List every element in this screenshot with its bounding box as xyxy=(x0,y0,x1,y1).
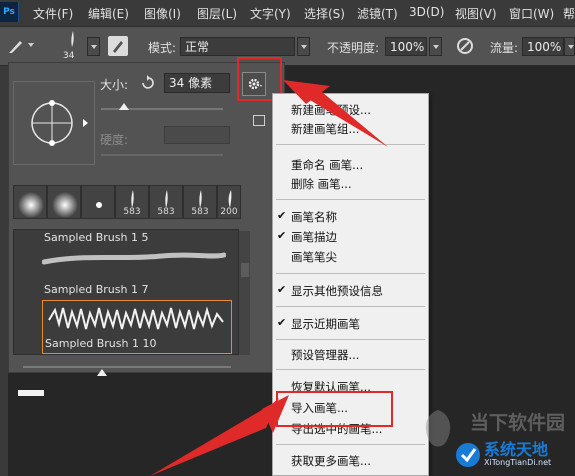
menu-item-delete-brush[interactable]: 删除 画笔... xyxy=(291,176,352,192)
hardness-field xyxy=(164,126,230,144)
list-scrollbar[interactable] xyxy=(239,231,250,355)
brush-thumb[interactable]: 583 xyxy=(183,185,217,219)
thumbnail-size-slider[interactable] xyxy=(23,366,231,368)
menu-separator xyxy=(276,199,425,200)
brush-size-readout: 34 xyxy=(63,51,75,61)
opacity-label: 不透明度: xyxy=(327,41,380,55)
menu-window[interactable]: 窗口(W) xyxy=(509,5,554,22)
flow-label: 流量: xyxy=(490,41,519,55)
brush-thumb-size: 583 xyxy=(191,207,209,217)
hardness-slider-track xyxy=(101,154,223,156)
brush-panel-toggle-icon[interactable] xyxy=(108,36,128,56)
brush-preset-panel: 大小: 34 像素 硬度: 583 583 583 200 Sampled Br… xyxy=(8,57,285,376)
mode-label: 模式: xyxy=(148,41,177,55)
checkmark-icon: ✔ xyxy=(277,229,287,242)
opacity-caret[interactable] xyxy=(429,37,442,56)
brush-stroke-preview[interactable] xyxy=(42,246,226,274)
brush-thumb[interactable]: 583 xyxy=(115,185,149,219)
menu-image[interactable]: 图像(I) xyxy=(144,5,181,22)
recent-brushes-row: 583 583 583 200 xyxy=(13,185,241,219)
menu-type[interactable]: 文字(Y) xyxy=(250,5,291,22)
brush-thumb[interactable] xyxy=(47,185,81,219)
tool-strip xyxy=(0,66,8,476)
size-field[interactable]: 34 像素 xyxy=(164,73,230,93)
size-slider-thumb[interactable] xyxy=(119,103,129,110)
brush-thumb[interactable]: 200 xyxy=(217,185,241,219)
brush-thumb[interactable] xyxy=(13,185,47,219)
menu-separator xyxy=(276,369,425,370)
menu-view[interactable]: 视图(V) xyxy=(455,5,497,22)
list-scrollbar-thumb[interactable] xyxy=(241,263,249,277)
preset-name[interactable]: Sampled Brush 1 7 xyxy=(44,283,148,296)
watermark-text: 当下软件园 xyxy=(470,412,566,434)
hardness-label: 硬度: xyxy=(100,133,129,147)
menu-item-new-brush-preset[interactable]: 新建画笔预设... xyxy=(291,102,371,118)
menu-item-rename-brush[interactable]: 重命名 画笔... xyxy=(291,157,363,173)
photoshop-logo: Ps xyxy=(0,2,19,22)
mode-select[interactable]: 正常 xyxy=(180,37,295,56)
brush-tool-icon[interactable] xyxy=(6,36,26,56)
brush-thumb[interactable]: 583 xyxy=(149,185,183,219)
menu-item-new-brush-group[interactable]: 新建画笔组... xyxy=(291,121,359,137)
menu-file[interactable]: 文件(F) xyxy=(33,5,73,22)
options-bar: 34 模式: 正常 不透明度: 100% 流量: 100% xyxy=(0,26,575,66)
watermark-badge-icon xyxy=(456,443,480,467)
menu-filter[interactable]: 滤镜(T) xyxy=(357,5,398,22)
watermark-logo-icon xyxy=(425,410,451,447)
brush-tip-icon[interactable] xyxy=(62,29,84,49)
menu-item-brush-stroke[interactable]: 画笔描边 xyxy=(291,229,337,245)
checkmark-icon: ✔ xyxy=(277,316,287,329)
size-label: 大小: xyxy=(100,78,129,92)
thumbnail-size-slider-thumb[interactable] xyxy=(97,369,107,376)
menu-bar: Ps 文件(F) 编辑(E) 图像(I) 图层(L) 文字(Y) 选择(S) 滤… xyxy=(0,0,575,26)
pressure-opacity-icon[interactable] xyxy=(455,36,475,56)
menu-layer[interactable]: 图层(L) xyxy=(197,5,237,22)
menu-3d[interactable]: 3D(D) xyxy=(409,5,444,19)
flow-caret[interactable] xyxy=(564,37,575,56)
menu-item-show-recent-brushes[interactable]: 显示近期画笔 xyxy=(291,316,360,332)
menu-separator xyxy=(276,144,425,145)
preset-name[interactable]: Sampled Brush 1 5 xyxy=(44,231,148,244)
selected-preset-item[interactable]: Sampled Brush 1 10 xyxy=(42,300,232,354)
import-highlight-box xyxy=(276,391,393,427)
menu-select[interactable]: 选择(S) xyxy=(304,5,345,22)
menu-item-brush-name[interactable]: 画笔名称 xyxy=(291,209,337,225)
brush-stroke-preview xyxy=(48,306,224,330)
checkmark-icon: ✔ xyxy=(277,283,287,296)
opacity-field[interactable]: 100% xyxy=(385,37,427,56)
menu-separator xyxy=(276,339,425,340)
menu-help[interactable]: 帮 xyxy=(563,5,575,22)
menu-item-preset-manager[interactable]: 预设管理器... xyxy=(291,347,359,363)
flow-field[interactable]: 100% xyxy=(522,37,564,56)
brush-thumb-size: 583 xyxy=(157,207,175,217)
brush-thumb-size: 200 xyxy=(220,207,238,217)
watermark-brand: 系统天地 xyxy=(484,440,549,459)
menu-item-get-more-brushes[interactable]: 获取更多画笔... xyxy=(291,453,371,469)
new-preset-icon[interactable] xyxy=(253,115,265,126)
brush-thumb[interactable] xyxy=(81,185,115,219)
brush-picker-caret[interactable] xyxy=(87,37,100,56)
menu-item-brush-tip[interactable]: 画笔笔尖 xyxy=(291,249,337,265)
mode-select-caret[interactable] xyxy=(297,37,310,56)
reset-size-icon[interactable] xyxy=(139,75,155,91)
preset-name: Sampled Brush 1 10 xyxy=(45,337,157,350)
menu-separator xyxy=(276,273,425,274)
arrow-to-import xyxy=(150,395,289,476)
menu-separator xyxy=(276,444,425,445)
foreground-color-swatch[interactable] xyxy=(18,390,44,396)
checkmark-icon: ✔ xyxy=(277,209,287,222)
brush-preset-list: Sampled Brush 1 5 Sampled Brush 1 7 Samp… xyxy=(13,229,239,355)
tool-preset-caret[interactable] xyxy=(28,43,34,47)
menu-item-show-preset-info[interactable]: 显示其他预设信息 xyxy=(291,283,383,299)
brush-angle-preview[interactable] xyxy=(13,81,95,165)
menu-edit[interactable]: 编辑(E) xyxy=(88,5,129,22)
menu-separator xyxy=(276,306,425,307)
watermark-url: XiTongTianDi.net xyxy=(484,458,552,467)
brush-thumb-size: 583 xyxy=(123,207,141,217)
